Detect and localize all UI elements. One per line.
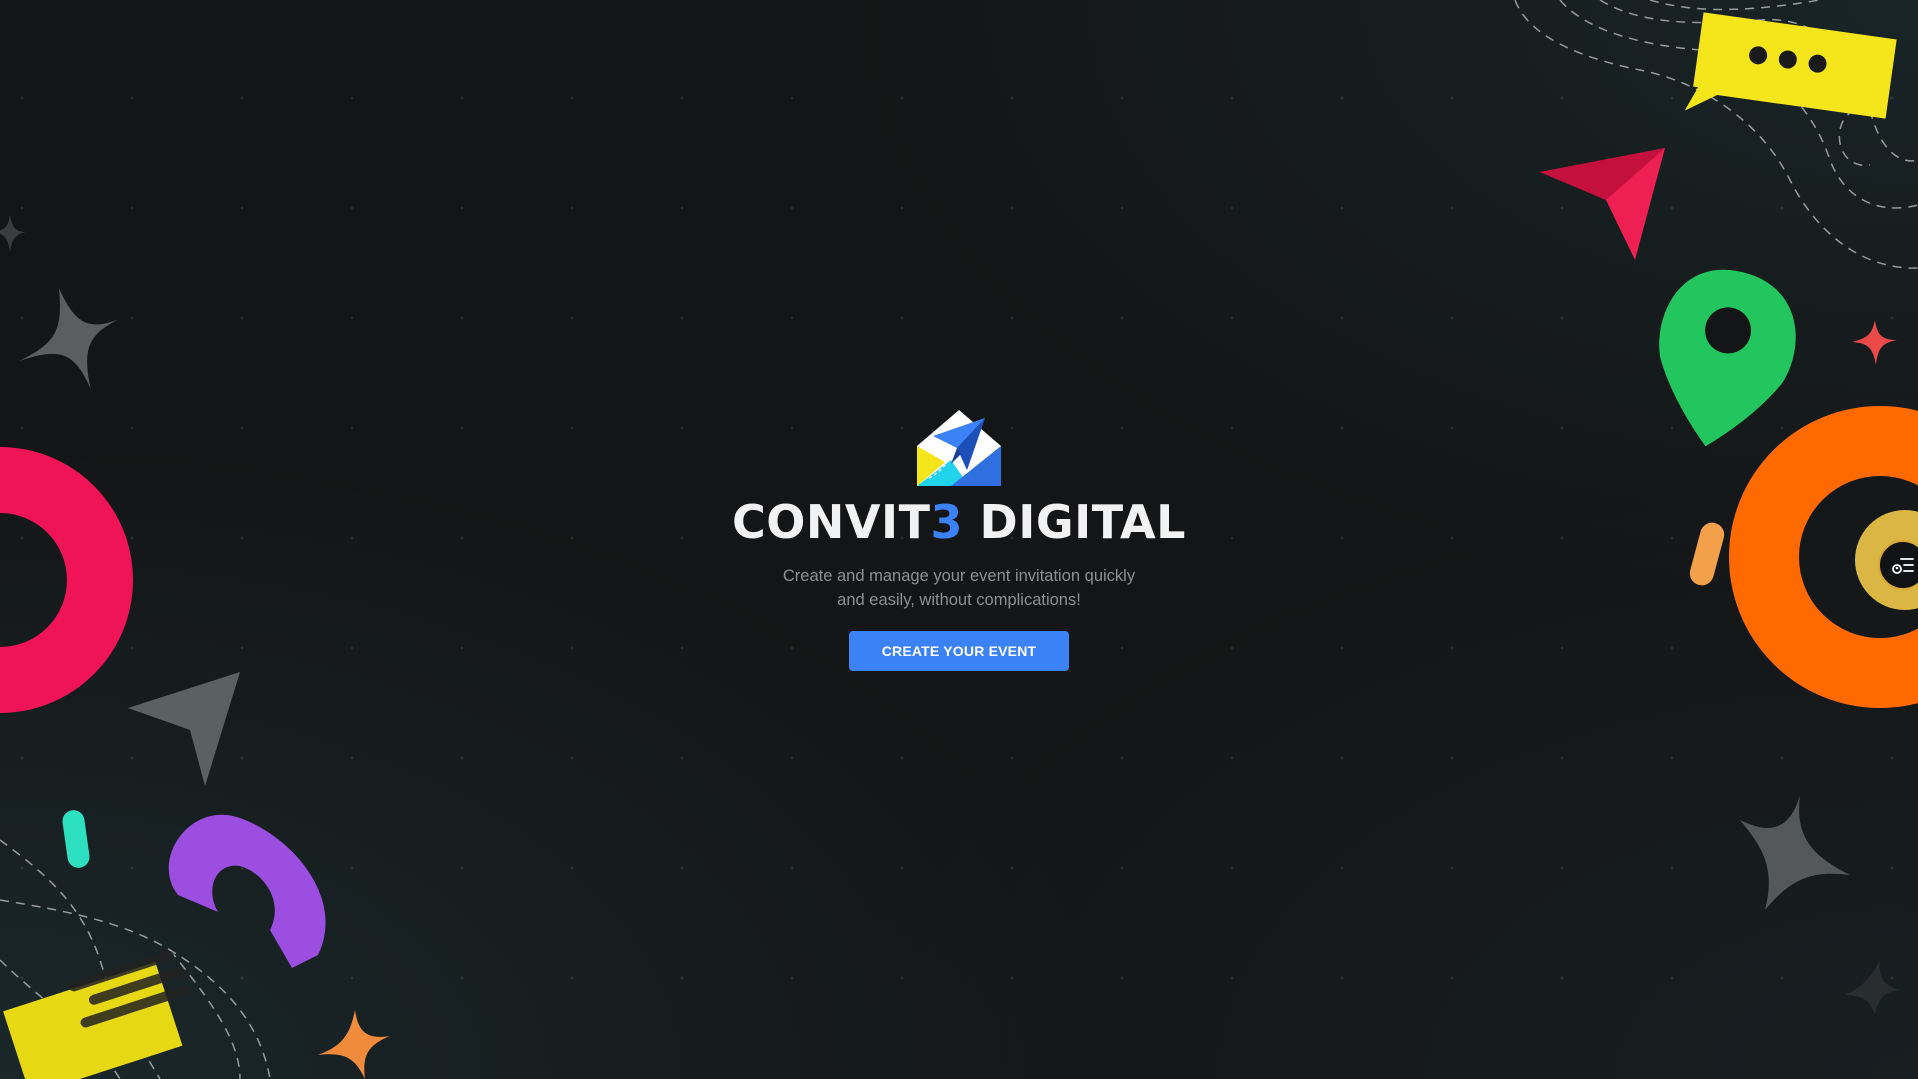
brand-logo-text: CONVIT3 DIGITAL <box>732 494 1186 550</box>
magnet-shape-purple <box>168 814 326 968</box>
sparkle-shape-dark-right <box>1845 960 1900 1015</box>
sparkle-shape-grey-right <box>1740 795 1850 910</box>
speed-box-shape-yellow <box>3 950 191 1079</box>
capsule-shape-teal <box>62 810 90 868</box>
sparkle-shape-orange <box>318 1010 390 1079</box>
paper-plane-shape-grey <box>128 672 240 786</box>
chat-bubble-shape-yellow <box>1684 12 1897 119</box>
landing-page: CONVIT3 DIGITAL Create and manage your e… <box>0 0 1918 1079</box>
hero-tagline: Create and manage your event invitation … <box>782 567 1136 609</box>
sparkle-shape-red <box>1852 320 1897 365</box>
user-list-icon <box>1892 558 1914 574</box>
sparkle-shape-grey <box>19 288 119 389</box>
sparkle-shape-dark <box>0 215 26 252</box>
brand-name-accent: 3 <box>930 495 964 549</box>
paper-plane-shape-red <box>1540 148 1665 260</box>
envelope-paper-plane-icon <box>917 410 1001 486</box>
hero-section: CONVIT3 DIGITAL Create and manage your e… <box>0 404 1918 671</box>
brand-name-rest: DIGITAL <box>963 495 1186 549</box>
brand-name-main: CONVIT <box>732 495 931 549</box>
create-event-button[interactable]: CREATE YOUR EVENT <box>849 631 1069 671</box>
